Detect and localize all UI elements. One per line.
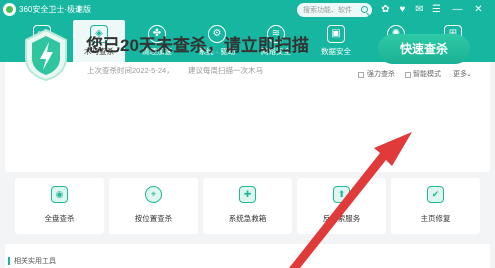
quick-scan-button[interactable]: 快速查杀 bbox=[378, 34, 470, 64]
tile-label: 系统急救箱 bbox=[228, 214, 267, 223]
tile-full-disk-scan[interactable]: ◉ 全盘查杀 bbox=[15, 178, 104, 234]
app-logo-icon bbox=[3, 3, 16, 16]
network-icon[interactable]: ♥ bbox=[396, 3, 409, 16]
tile-label: 全盘查杀 bbox=[44, 214, 75, 223]
title-bar: 360安全卫士·极速版 ⬆ ✿ ♥ ✉ ☰ — ✕ bbox=[0, 0, 495, 20]
minimize-icon[interactable]: — bbox=[451, 3, 464, 16]
tile-label: 反勒索服务 bbox=[322, 214, 361, 223]
section-marker bbox=[8, 257, 10, 265]
tile-anti-ransom[interactable]: ⬆ 反勒索服务 bbox=[297, 178, 386, 234]
anti-ransom-icon: ⬆ bbox=[333, 186, 350, 203]
update-icon[interactable]: ⬆ bbox=[75, 3, 83, 15]
strong-scan-label[interactable]: 强力查杀 bbox=[367, 70, 395, 80]
search-input[interactable] bbox=[303, 4, 358, 16]
tile-homepage-repair[interactable]: ✔ 主页修复 bbox=[391, 178, 480, 234]
scan-advice-text: 建议每周扫描一次木马 bbox=[188, 66, 263, 75]
chevron-down-icon[interactable]: ⌄ bbox=[466, 70, 472, 80]
smart-mode-label[interactable]: 智能模式 bbox=[413, 70, 441, 80]
tools-section-title: 相关实用工具 bbox=[14, 258, 56, 265]
last-scan-label: 上次查杀时间 bbox=[87, 66, 132, 75]
tile-label: 主页修复 bbox=[420, 214, 451, 223]
box-icon: ▣ bbox=[327, 25, 345, 43]
location-scan-icon: ⌖ bbox=[145, 186, 162, 203]
tile-location-scan[interactable]: ⌖ 按位置查杀 bbox=[109, 178, 198, 234]
homepage-repair-icon: ✔ bbox=[427, 186, 444, 203]
tile-system-first-aid[interactable]: ✚ 系统急救箱 bbox=[203, 178, 292, 234]
close-icon[interactable]: ✕ bbox=[472, 3, 485, 16]
scan-warning-headline: 您已20天未查杀，请立即扫描 bbox=[86, 36, 309, 55]
tile-label: 按位置查杀 bbox=[134, 214, 173, 223]
last-scan-date: 2022-5-24， bbox=[132, 66, 174, 75]
nav-label: 数据安全 bbox=[321, 47, 351, 56]
disk-scan-icon: ◉ bbox=[51, 186, 68, 203]
smart-mode-checkbox[interactable] bbox=[405, 72, 411, 78]
first-aid-icon: ✚ bbox=[239, 186, 256, 203]
message-icon[interactable]: ✉ bbox=[413, 3, 426, 16]
search-icon[interactable] bbox=[361, 6, 368, 13]
search-box[interactable] bbox=[297, 3, 372, 17]
menu-icon[interactable]: ☰ bbox=[430, 3, 443, 16]
strong-scan-checkbox[interactable] bbox=[358, 72, 364, 78]
tools-section bbox=[5, 244, 490, 268]
nav-item-data-security[interactable]: ▣ 数据安全 bbox=[310, 20, 362, 62]
shield-icon bbox=[25, 28, 67, 82]
more-options-link[interactable]: 更多 bbox=[453, 70, 467, 80]
skin-icon[interactable]: ✿ bbox=[379, 3, 392, 16]
